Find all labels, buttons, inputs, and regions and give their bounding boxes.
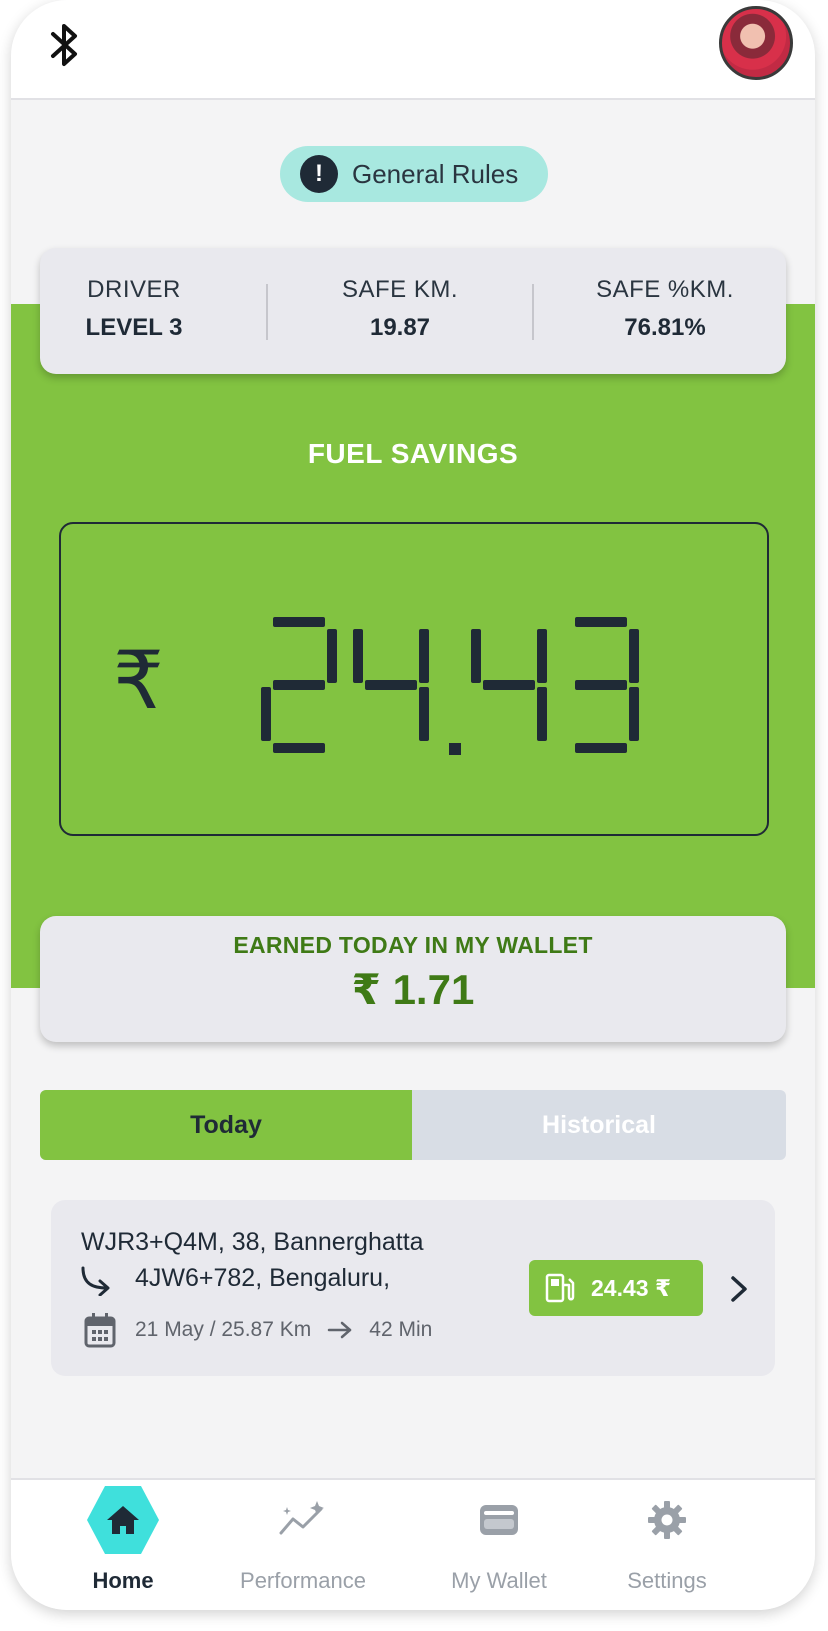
digit-segment (575, 743, 627, 753)
calendar-icon (84, 1313, 116, 1348)
divider (266, 284, 268, 340)
stat-value: LEVEL 3 (85, 314, 183, 341)
chevron-right-icon[interactable] (727, 1274, 751, 1304)
stat-value: 19.87 (369, 314, 431, 341)
bottom-navigation: Home Performance My Wallet Settings (11, 1478, 815, 1610)
nav-label: Settings (627, 1568, 707, 1593)
fuel-savings-display: ₹ (59, 522, 769, 836)
digit-segment (537, 629, 547, 683)
stat-safe-percent: SAFE %KM. 76.81% (590, 276, 740, 342)
top-bar (11, 0, 815, 100)
gear-icon (648, 1501, 686, 1539)
nav-label: Performance (240, 1568, 366, 1593)
digit-segment (419, 629, 429, 683)
wallet-earned-card: EARNED TODAY IN MY WALLET ₹ 1.71 (40, 916, 786, 1042)
trip-origin: WJR3+Q4M, 38, Bannerghatta (81, 1228, 424, 1256)
decimal-point (449, 743, 461, 755)
digit-segment (537, 687, 547, 741)
app-screen: ! General Rules DRIVER LEVEL 3 SAFE KM. … (11, 0, 815, 1610)
wallet-earned-label: EARNED TODAY IN MY WALLET (233, 932, 593, 958)
digit-segment (575, 680, 627, 690)
stat-driver-level: DRIVER LEVEL 3 (74, 276, 194, 342)
fuel-savings-title: FUEL SAVINGS (307, 438, 519, 469)
home-icon (87, 1486, 159, 1554)
digit-segment (273, 743, 325, 753)
wallet-icon (480, 1505, 518, 1535)
digit-segment (365, 680, 417, 690)
stat-label: DRIVER (87, 276, 181, 303)
stat-value: 76.81% (624, 314, 706, 341)
digit-segment (629, 629, 639, 683)
trip-card[interactable]: WJR3+Q4M, 38, Bannerghatta 4JW6+782, Ben… (51, 1200, 775, 1376)
digit-segment (273, 680, 325, 690)
digit-segment (327, 629, 337, 683)
digit-segment (629, 687, 639, 741)
trip-duration: 42 Min (369, 1318, 433, 1341)
arrow-right-icon (328, 1321, 352, 1339)
wallet-earned-amount: ₹ 1.71 (351, 966, 475, 1013)
nav-settings[interactable]: Settings (577, 1480, 757, 1594)
route-arrow-icon (81, 1266, 110, 1296)
tab-today[interactable]: Today (40, 1090, 412, 1160)
trip-meta: 21 May / 25.87 Km 42 Min (135, 1318, 432, 1342)
digit-segment (273, 617, 325, 627)
digit-segment (353, 629, 363, 683)
nav-label: Home (92, 1568, 154, 1593)
nav-my-wallet[interactable]: My Wallet (409, 1480, 589, 1594)
digit-segment (471, 629, 481, 683)
avatar[interactable] (719, 6, 793, 80)
trip-destination: 4JW6+782, Bengaluru, (135, 1264, 391, 1292)
nav-label: My Wallet (451, 1568, 547, 1593)
divider (532, 284, 534, 340)
tab-historical[interactable]: Historical (412, 1090, 786, 1160)
trip-date-distance: 21 May / 25.87 Km (135, 1318, 312, 1341)
stat-label: SAFE %KM. (596, 276, 734, 303)
fuel-savings-amount (261, 617, 639, 755)
driver-stats-card: DRIVER LEVEL 3 SAFE KM. 19.87 SAFE %KM. … (40, 248, 786, 374)
currency-symbol: ₹ (113, 634, 164, 727)
general-rules-label: General Rules (352, 158, 519, 189)
trip-fuel-saved: 24.43 ₹ (591, 1274, 671, 1301)
fuel-pump-icon (545, 1273, 575, 1303)
stat-label: SAFE KM. (341, 276, 459, 303)
digit-segment (483, 680, 535, 690)
performance-icon (279, 1501, 324, 1535)
general-rules-button[interactable]: ! General Rules (280, 146, 548, 202)
digit-segment (575, 617, 627, 627)
bluetooth-icon[interactable] (49, 22, 81, 68)
nav-home[interactable]: Home (33, 1480, 213, 1594)
period-tabs: Today Historical (40, 1090, 786, 1160)
nav-performance[interactable]: Performance (213, 1480, 393, 1594)
stat-safe-km: SAFE KM. 19.87 (330, 276, 470, 342)
digit-segment (419, 687, 429, 741)
exclamation-icon: ! (300, 155, 338, 193)
digit-segment (261, 687, 271, 741)
trip-fuel-badge: 24.43 ₹ (529, 1260, 703, 1316)
